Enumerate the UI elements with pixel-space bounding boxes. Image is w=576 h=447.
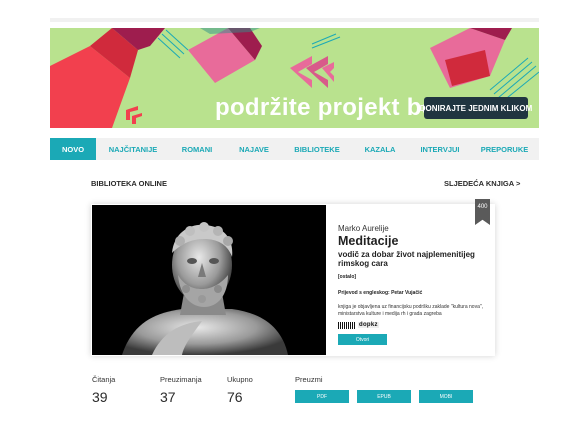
next-book-link[interactable]: SLJEDEĆA KNJIGA > <box>444 179 520 188</box>
book-support-text: knjiga je objavljena uz financijsku podr… <box>338 304 484 317</box>
book-cover-image[interactable] <box>92 205 326 355</box>
nav-item-biblioteke[interactable]: BIBLIOTEKE <box>284 138 350 160</box>
book-category-tag[interactable]: [ostalo] <box>338 274 486 280</box>
nav-item-najave[interactable]: NAJAVE <box>224 138 284 160</box>
top-strip <box>50 18 539 22</box>
donation-banner[interactable]: podržite projekt bek DONIRAJTE JEDNIM KL… <box>50 28 539 128</box>
book-subtitle: vodič za dobar život najplemenitijeg rim… <box>338 250 475 268</box>
sponsor-logo: dopkz <box>338 321 388 329</box>
download-epub-button[interactable]: EPUB <box>357 390 411 403</box>
download-mobi-button[interactable]: MOBI <box>419 390 473 403</box>
total-label: Ukupno <box>227 375 253 384</box>
open-book-button[interactable]: Otvori <box>338 334 387 345</box>
download-label: Preuzmi <box>295 375 323 384</box>
nav-item-najcitanije[interactable]: NAJČITANIJE <box>96 138 170 160</box>
book-info: Marko Aurelije Meditacije vodič za dobar… <box>338 212 486 345</box>
banner-title: podržite projekt bek <box>215 94 450 121</box>
downloads-value: 37 <box>160 389 176 405</box>
nav-item-intervjui[interactable]: INTERVJUI <box>410 138 470 160</box>
page-count: 400 <box>477 204 488 210</box>
book-card[interactable]: 400 Marko Aurelije Meditacije vodič za d… <box>91 199 495 356</box>
sponsor-logo-text: dopkz <box>358 322 379 328</box>
donate-button[interactable]: DONIRAJTE JEDNIM KLIKOM <box>420 97 532 119</box>
main-nav: NOVO NAJČITANIJE ROMANI NAJAVE BIBLIOTEK… <box>50 138 539 160</box>
barcode-icon <box>338 321 356 329</box>
book-title[interactable]: Meditacije <box>338 235 486 248</box>
book-author[interactable]: Marko Aurelije <box>338 224 486 233</box>
section-title: BIBLIOTEKA ONLINE <box>91 179 167 188</box>
total-value: 76 <box>227 389 243 405</box>
nav-item-kazala[interactable]: KAZALA <box>350 138 410 160</box>
nav-item-romani[interactable]: ROMANI <box>170 138 224 160</box>
reads-label: Čitanja <box>92 375 116 384</box>
downloads-label: Preuzimanja <box>160 375 202 384</box>
nav-item-preporuke[interactable]: PREPORUKE <box>470 138 539 160</box>
download-pdf-button[interactable]: PDF <box>295 390 349 403</box>
marcus-aurelius-bust-image <box>92 205 326 355</box>
reads-value: 39 <box>92 389 108 405</box>
book-translation: Prijevod s engleskog: Petar Vujačić <box>338 290 423 296</box>
nav-item-novo[interactable]: NOVO <box>50 138 96 160</box>
